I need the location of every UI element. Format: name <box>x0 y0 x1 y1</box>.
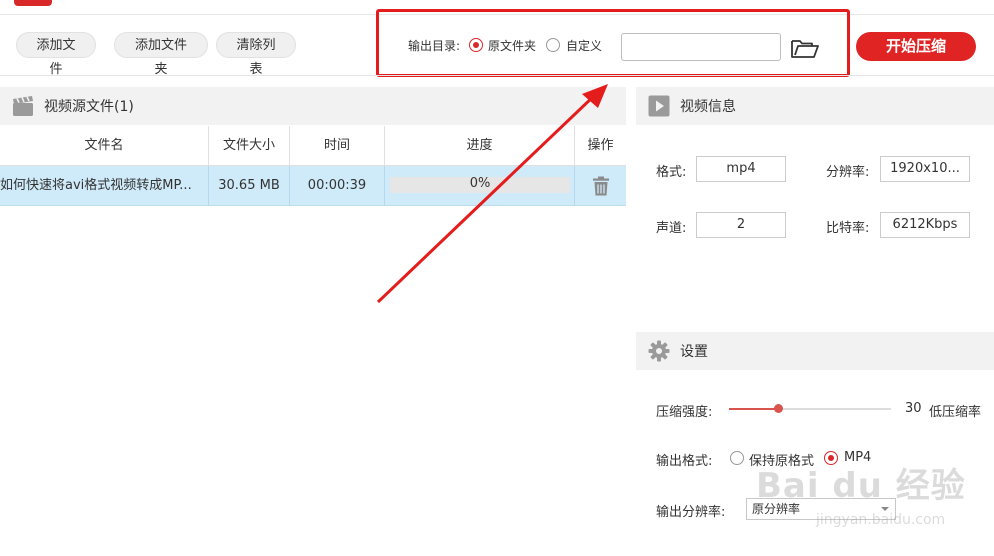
channels-value: 2 <box>696 212 786 238</box>
bitrate-label: 比特率: <box>826 221 870 236</box>
keep-format-radio[interactable] <box>730 451 744 465</box>
column-header-size: 文件大小 <box>209 126 290 166</box>
output-format-label: 输出格式: <box>656 454 713 469</box>
column-header-time: 时间 <box>290 126 385 166</box>
trash-icon[interactable] <box>591 176 611 196</box>
gear-icon <box>648 340 670 362</box>
add-file-button[interactable]: 添加文件 <box>16 32 96 76</box>
app-logo <box>14 0 52 6</box>
slider-handle[interactable] <box>773 404 783 413</box>
file-duration-cell: 00:00:39 <box>290 166 385 206</box>
video-info-header: 视频信息 <box>636 87 994 125</box>
resolution-label: 分辨率: <box>826 165 870 180</box>
add-folder-button[interactable]: 添加文件夹 <box>114 32 208 76</box>
header-divider <box>0 75 994 76</box>
table-row[interactable]: 如何快速将avi格式视频转成MP... 30.65 MB 00:00:39 0% <box>0 166 626 206</box>
clapperboard-icon <box>13 96 33 116</box>
progress-text: 0% <box>469 176 491 191</box>
compress-strength-desc: 低压缩率 <box>929 405 982 420</box>
column-header-filename: 文件名 <box>0 126 209 166</box>
baidu-watermark: Bai du 经验 jingyan.baidu.com <box>756 458 994 548</box>
annotation-highlight-box <box>376 9 850 77</box>
video-play-icon <box>648 95 670 117</box>
watermark-url: jingyan.baidu.com <box>816 512 946 528</box>
resolution-value: 1920x10... <box>880 156 970 182</box>
settings-header: 设置 <box>636 332 994 370</box>
progress-cell: 0% <box>385 166 575 206</box>
bitrate-value: 6212Kbps <box>880 212 970 238</box>
source-panel-header: 视频源文件(1) <box>0 87 626 125</box>
format-label: 格式: <box>656 165 687 180</box>
compress-strength-label: 压缩强度: <box>656 405 713 420</box>
channels-label: 声道: <box>656 221 687 236</box>
watermark-brand: Bai du 经验 <box>756 466 966 506</box>
start-compress-button[interactable]: 开始压缩 <box>856 32 976 61</box>
source-panel-title: 视频源文件(1) <box>44 99 134 115</box>
settings-title: 设置 <box>680 344 708 360</box>
column-header-progress: 进度 <box>385 126 575 166</box>
clear-list-button[interactable]: 清除列表 <box>216 32 296 76</box>
slider-fill <box>729 408 778 410</box>
video-info-title: 视频信息 <box>680 99 736 115</box>
compress-strength-slider[interactable] <box>729 404 891 413</box>
action-cell <box>575 166 626 206</box>
column-header-action: 操作 <box>587 138 614 153</box>
format-value: mp4 <box>696 156 786 182</box>
compress-strength-value: 30 <box>905 401 922 416</box>
file-table-header: 文件名 文件大小 时间 进度 操作 <box>0 126 626 166</box>
file-size-cell: 30.65 MB <box>209 166 290 206</box>
output-resolution-label: 输出分辨率: <box>656 505 726 520</box>
file-name-cell: 如何快速将avi格式视频转成MP... <box>0 166 209 206</box>
